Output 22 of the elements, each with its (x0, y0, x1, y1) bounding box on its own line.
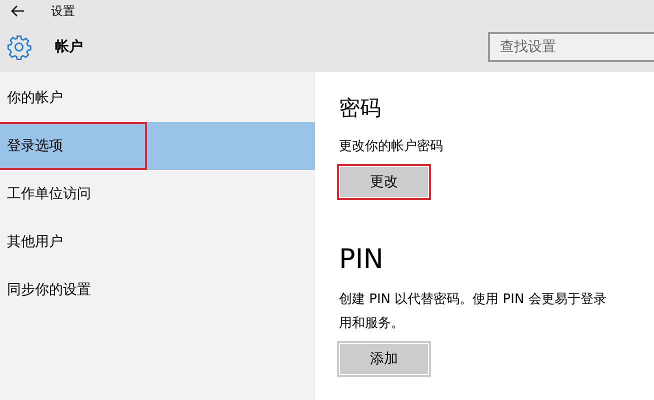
sidebar-item-label: 工作单位访问 (6, 185, 92, 204)
section-description: 更改你的帐户密码 (339, 138, 444, 156)
section-description: 用和服务。 (339, 315, 405, 333)
back-arrow-icon[interactable] (11, 5, 25, 17)
section-heading: 密码 (339, 95, 382, 122)
page-title: 帐户 (55, 38, 84, 56)
section-button[interactable]: 更改 (337, 164, 431, 200)
sidebar-item[interactable]: 你的帐户 (0, 74, 315, 122)
sidebar-item-label: 登录选项 (0, 122, 147, 170)
sidebar-item[interactable]: 登录选项 (0, 122, 315, 170)
section-description: 创建 PIN 以代替密码。使用 PIN 会更易于登录 (339, 291, 608, 309)
sidebar-item[interactable]: 其他用户 (0, 218, 315, 266)
window-title: 设置 (51, 2, 75, 20)
search-field[interactable]: 查找设置 (488, 32, 654, 62)
sidebar-item-label: 同步你的设置 (6, 281, 92, 300)
section-heading: PIN (339, 244, 384, 275)
section-button[interactable]: 添加 (337, 341, 431, 377)
sidebar-item[interactable]: 同步你的设置 (0, 266, 315, 314)
sidebar-item[interactable]: 工作单位访问 (0, 170, 315, 218)
settings-icon (6, 34, 32, 60)
sidebar-item-label: 你的帐户 (6, 89, 64, 108)
sidebar-item-label: 其他用户 (6, 233, 64, 252)
